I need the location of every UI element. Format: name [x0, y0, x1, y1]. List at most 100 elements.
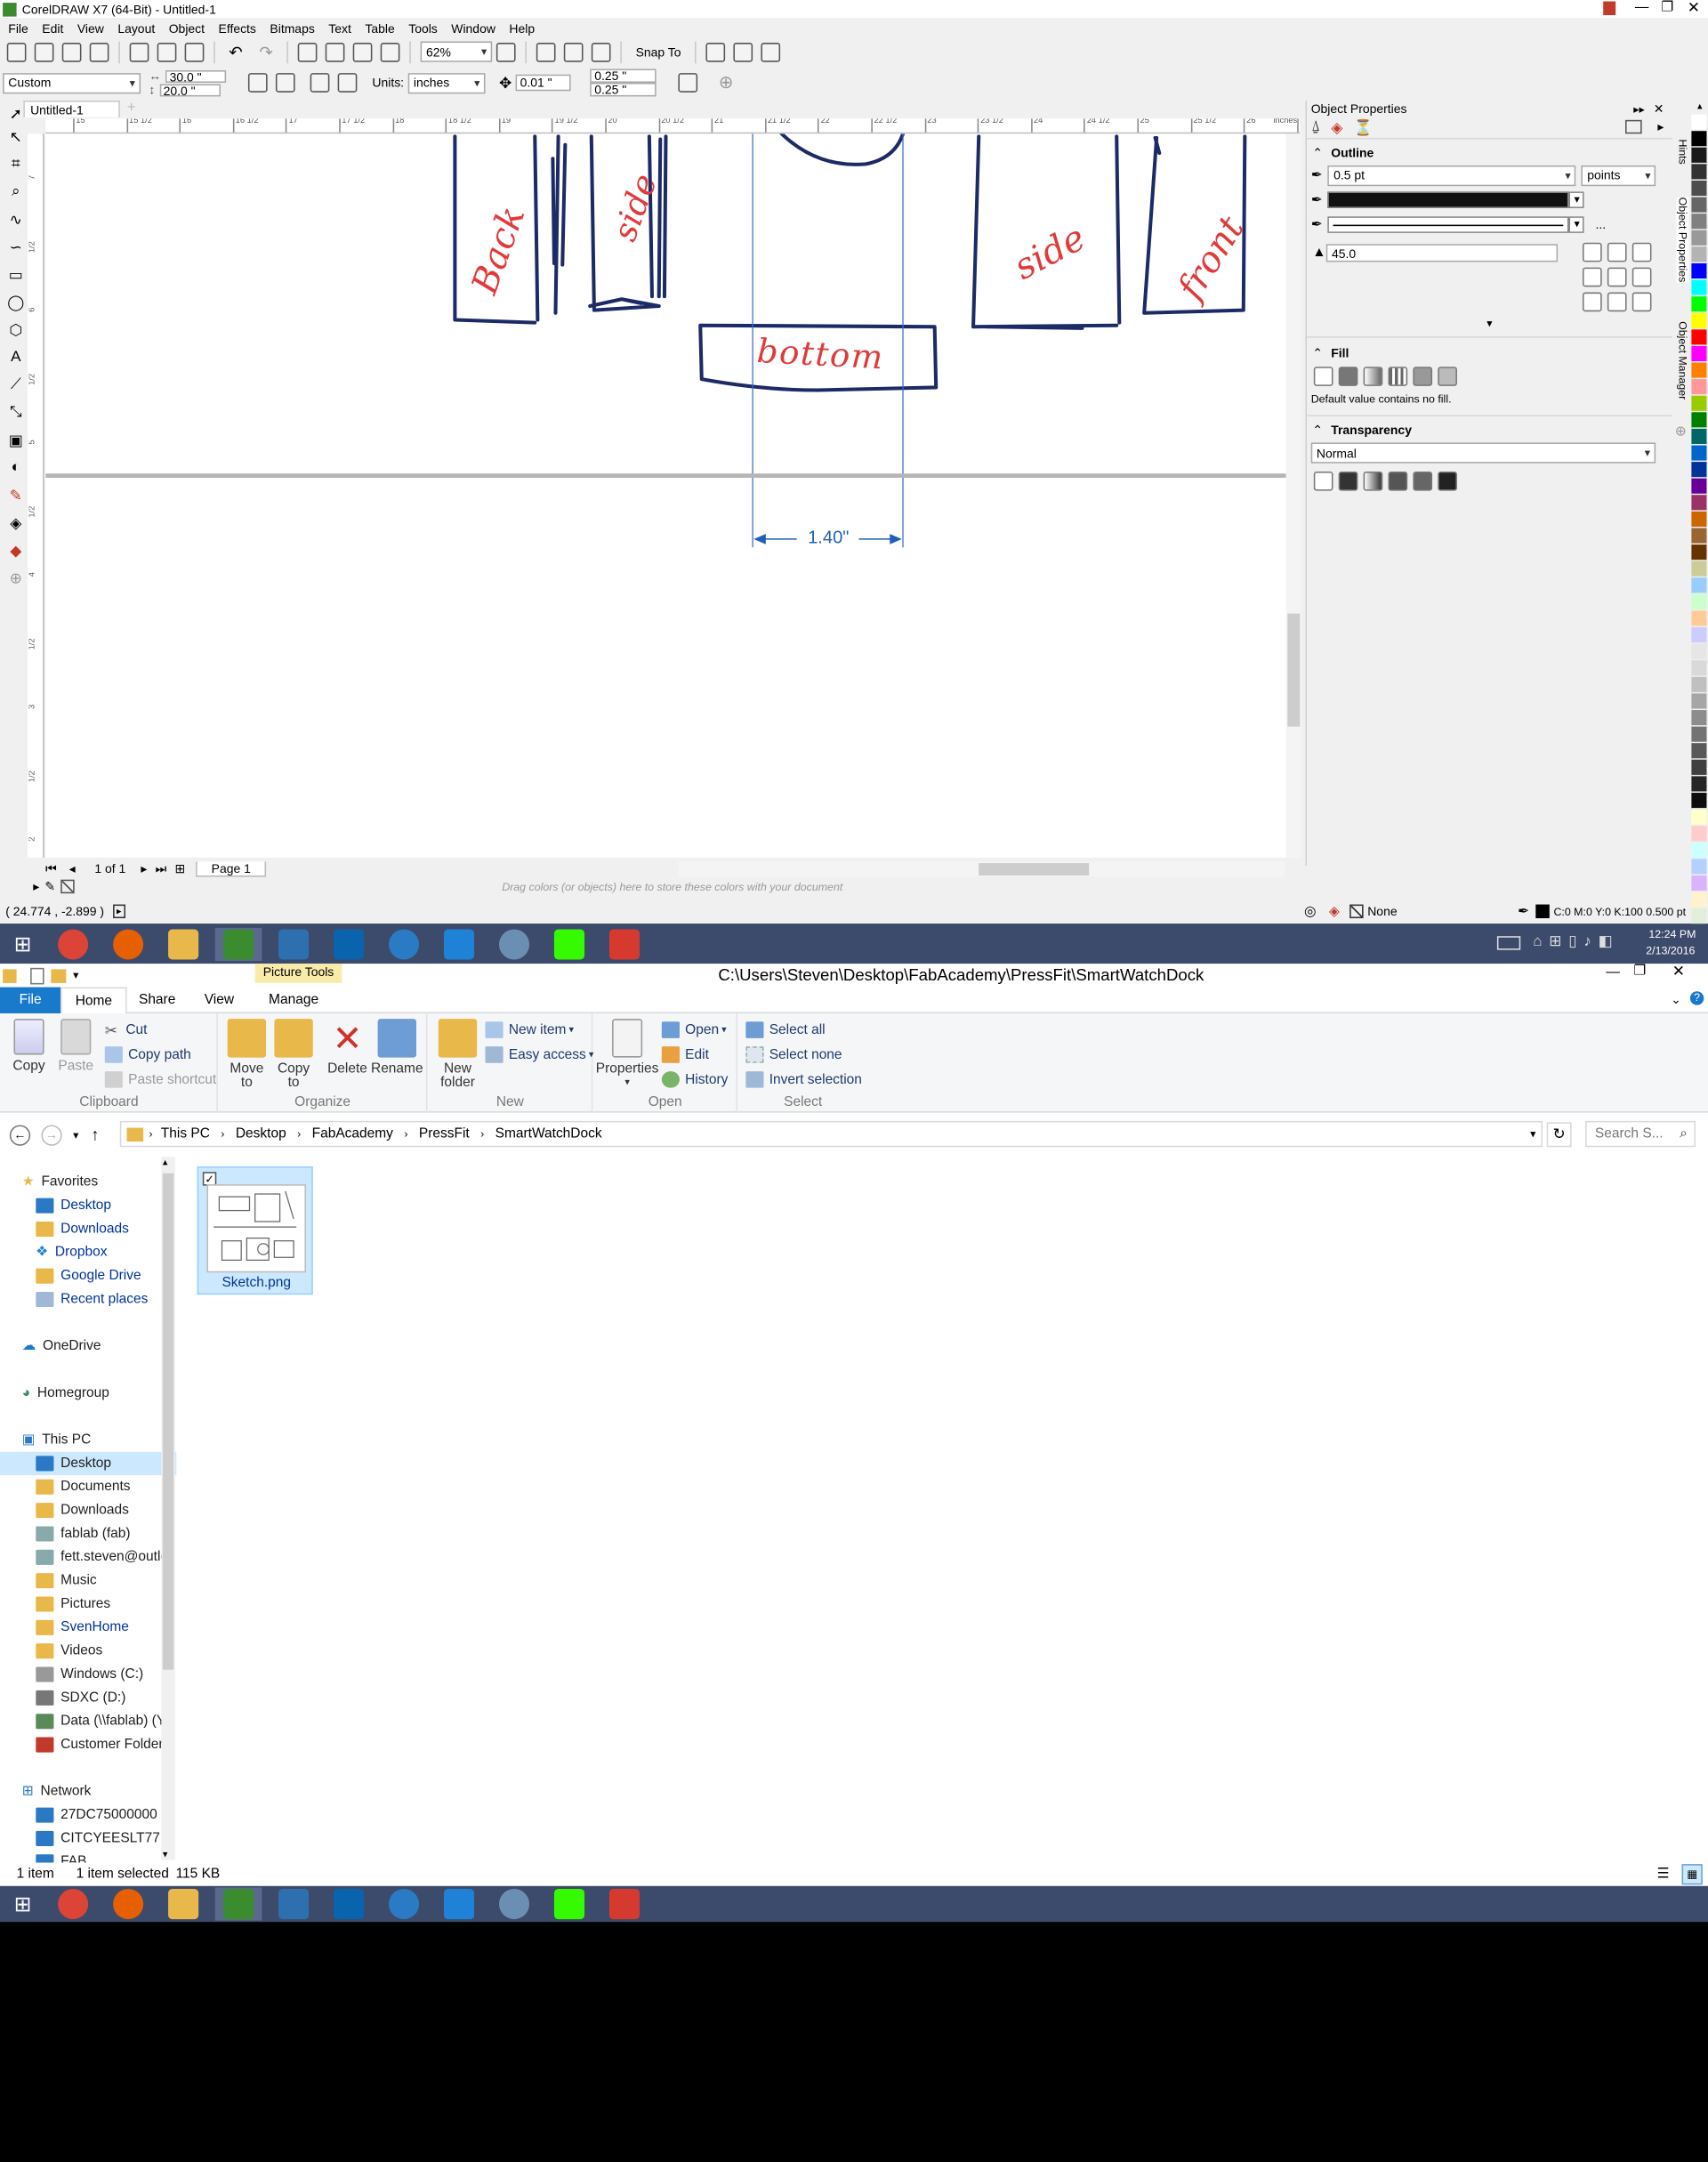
qat-new-folder-icon[interactable] [51, 968, 67, 983]
export-icon[interactable] [352, 42, 373, 61]
outline-width-select[interactable]: 0.5 pt [1327, 165, 1576, 186]
start-button[interactable]: ⊞ [0, 1886, 45, 1922]
units-select[interactable]: inches [407, 72, 486, 93]
nav-pc-fett-steven[interactable]: fett.steven@outlc [0, 1545, 176, 1569]
outline-style-select[interactable] [1327, 216, 1570, 233]
nav-net-fab[interactable]: FAB [0, 1851, 176, 1863]
position-outside-button[interactable] [1582, 292, 1602, 312]
snap-to-button[interactable]: Snap To [636, 44, 681, 58]
qat-dropdown-icon[interactable]: ▾ [73, 969, 78, 981]
add-page-icon[interactable]: ⊞ [175, 861, 186, 876]
nav-fav-dropbox[interactable]: ❖ Dropbox [0, 1241, 176, 1264]
pattern-transparency-button[interactable] [1388, 471, 1408, 491]
color-swatch[interactable] [1691, 478, 1707, 496]
color-swatch[interactable] [1691, 826, 1707, 843]
color-swatch[interactable] [1691, 246, 1707, 263]
navigation-scrollbar[interactable]: ▴ ▾ [161, 1157, 175, 1860]
nav-network[interactable]: ⊞ Network [0, 1780, 176, 1803]
tab-share[interactable]: Share [127, 992, 188, 1007]
color-swatch[interactable] [1691, 462, 1707, 479]
save-icon[interactable] [61, 42, 82, 61]
nav-scroll-down-icon[interactable]: ▾ [163, 1849, 167, 1860]
texture-fill-button[interactable] [1413, 367, 1433, 386]
freehand-tool-icon[interactable]: ∿ [4, 211, 28, 238]
nav-fav-recent-places[interactable]: Recent places [0, 1287, 176, 1311]
menu-text[interactable]: Text [328, 22, 351, 36]
tab-file[interactable]: File [0, 986, 61, 1013]
taskbar-coreldraw-button[interactable] [214, 1887, 262, 1921]
nav-pc-documents[interactable]: Documents [0, 1475, 176, 1498]
address-dropdown-icon[interactable]: ▾ [1530, 1128, 1535, 1141]
menu-edit[interactable]: Edit [42, 22, 63, 36]
taskbar-sketchup-button[interactable] [601, 1887, 649, 1920]
portrait-icon[interactable] [247, 73, 268, 93]
cap-square-button[interactable] [1582, 267, 1602, 287]
menu-help[interactable]: Help [509, 22, 535, 36]
position-center-button[interactable] [1607, 292, 1627, 312]
up-icon[interactable]: ↑ [91, 1125, 99, 1145]
taskbar-remote-button[interactable] [381, 927, 428, 960]
explorer-close-button[interactable]: ✕ [1672, 963, 1685, 980]
color-swatch[interactable] [1691, 908, 1707, 925]
color-swatch[interactable] [1691, 379, 1707, 396]
nav-net-27dc[interactable]: 27DC75000000 [0, 1803, 176, 1827]
menu-table[interactable]: Table [365, 22, 394, 36]
application-launcher-icon[interactable] [761, 42, 781, 61]
vertical-scroll-thumb[interactable] [1287, 613, 1301, 727]
nav-pc-data-y[interactable]: Data (\\fablab) (Y [0, 1710, 176, 1733]
publish-pdf-icon[interactable] [380, 42, 400, 61]
start-button[interactable]: ⊞ [0, 924, 45, 963]
color-swatch[interactable] [1691, 230, 1707, 247]
tray-icons[interactable]: ⌂⊞▯♪◧ [1533, 932, 1619, 950]
color-swatch[interactable] [1691, 412, 1707, 429]
docker-close-icon[interactable]: ✕ [1654, 101, 1664, 117]
corner-round-button[interactable] [1607, 242, 1627, 262]
color-swatch[interactable] [1691, 312, 1707, 330]
side-tab-object-properties[interactable]: Object Properties [1676, 197, 1689, 283]
new-item-button[interactable]: New item ▾ [485, 1018, 593, 1043]
all-pages-icon[interactable] [310, 73, 330, 93]
position-inside-button[interactable] [1631, 292, 1652, 312]
undo-icon[interactable]: ↶ [229, 42, 243, 61]
color-swatch[interactable] [1691, 528, 1707, 545]
taskbar-chrome-button[interactable] [50, 1887, 97, 1920]
color-swatch[interactable] [1691, 793, 1707, 810]
add-tool-icon[interactable]: ⊕ [4, 569, 28, 602]
fill-section-header[interactable]: ⌃ Fill [1307, 343, 1672, 363]
menu-tools[interactable]: Tools [408, 22, 438, 36]
text-tool-icon[interactable]: A [4, 349, 28, 376]
nav-pc-svenhome[interactable]: SvenHome [0, 1616, 176, 1639]
color-swatch[interactable] [1691, 279, 1707, 297]
color-swatch[interactable] [1691, 445, 1707, 463]
nav-pc-videos[interactable]: Videos [0, 1640, 176, 1663]
menu-window[interactable]: Window [451, 22, 495, 36]
no-fill-button[interactable] [1313, 367, 1333, 386]
nudge-distance-field[interactable]: 0.01 " [515, 74, 571, 92]
landscape-icon[interactable] [275, 73, 295, 93]
menu-bitmaps[interactable]: Bitmaps [270, 22, 314, 36]
color-swatch[interactable] [1691, 511, 1707, 528]
nav-pc-desktop[interactable]: Desktop [0, 1451, 177, 1476]
color-swatch[interactable] [1691, 610, 1707, 628]
outline-color-picker[interactable] [1327, 191, 1570, 208]
page-height-field[interactable]: 20.0 " [158, 83, 221, 96]
taskbar-coreldraw-button[interactable] [214, 927, 262, 961]
zoom-tool-icon[interactable]: ⌕ [4, 183, 28, 211]
taskbar-clock-button[interactable] [491, 1887, 538, 1920]
breadcrumb-pressfit[interactable]: PressFit [419, 1126, 470, 1142]
nav-onedrive[interactable]: ☁ OneDrive [0, 1335, 176, 1358]
taskbar-outlook-button[interactable] [326, 927, 373, 960]
color-swatch[interactable] [1691, 561, 1707, 578]
copy-to-button[interactable]: Copy to [273, 1019, 314, 1091]
color-swatch[interactable] [1691, 214, 1707, 230]
menu-layout[interactable]: Layout [117, 22, 155, 36]
fountain-fill-button[interactable] [1363, 367, 1383, 386]
next-page-icon[interactable]: ▸ [141, 861, 147, 876]
color-swatch[interactable] [1691, 164, 1707, 182]
cap-extended-button[interactable] [1631, 267, 1652, 287]
full-screen-icon[interactable] [496, 42, 516, 61]
tab-manage[interactable]: Manage [251, 992, 336, 1007]
color-swatch[interactable] [1691, 181, 1707, 198]
fountain-transparency-button[interactable] [1363, 471, 1383, 491]
explorer-restore-button[interactable]: ❐ [1633, 964, 1646, 979]
